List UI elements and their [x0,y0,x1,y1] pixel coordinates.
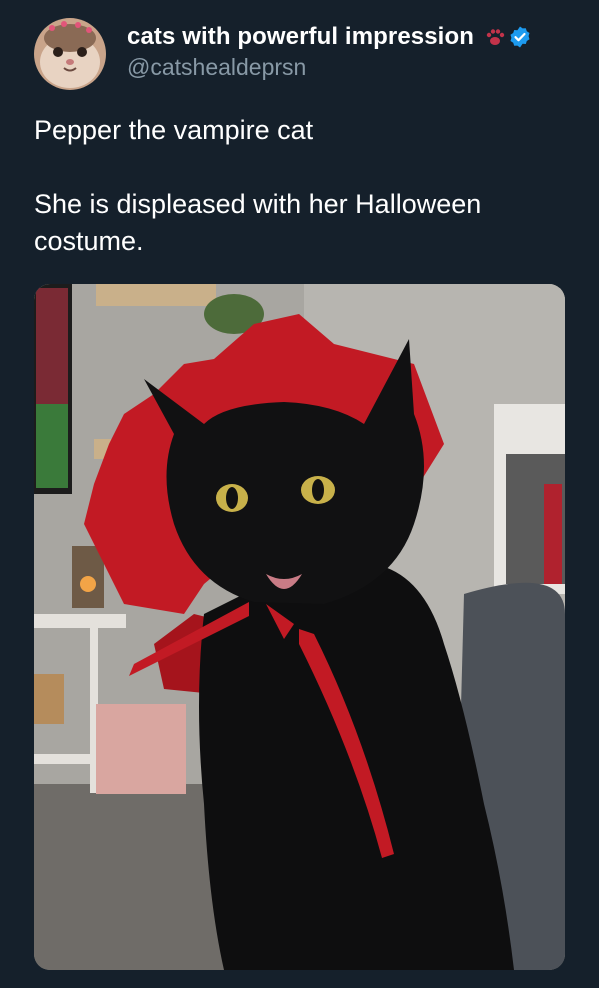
paw-print-icon [486,29,505,45]
tweet-line-1: Pepper the vampire cat [34,115,314,145]
author-names: cats with powerful impression @catsheald… [127,21,532,81]
tweet-line-2: She is displeased with her Halloween cos… [34,189,482,256]
tweet-header: cats with powerful impression @catsheald… [34,18,532,90]
tweet-photo[interactable] [34,284,565,970]
avatar[interactable] [34,18,106,90]
photo-icon [34,284,565,970]
tweet-text: Pepper the vampire cat She is displeased… [34,112,569,260]
display-name[interactable]: cats with powerful impression [127,23,474,51]
cat-avatar-icon [34,18,106,90]
tweet: cats with powerful impression @catsheald… [0,0,599,988]
author-handle[interactable]: @catshealdeprsn [127,54,532,81]
verified-badge-icon [510,26,530,48]
display-name-row: cats with powerful impression [127,21,532,53]
